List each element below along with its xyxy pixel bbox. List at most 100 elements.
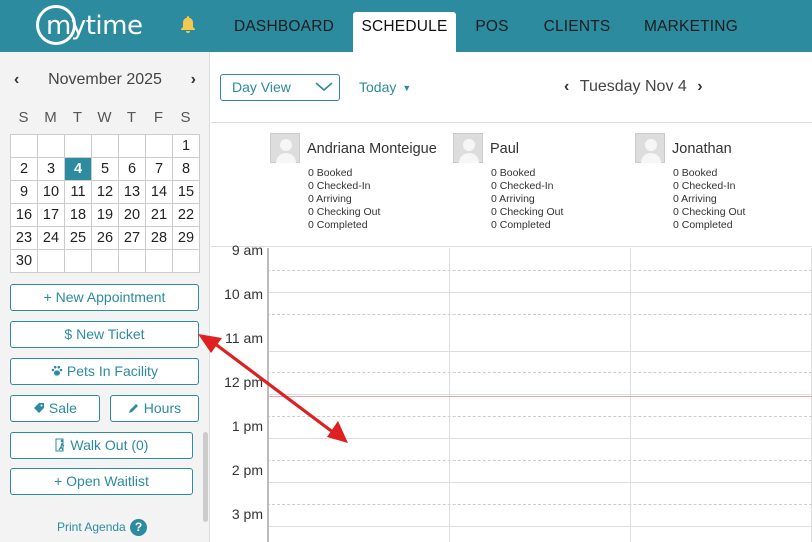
staff-name: Andriana Monteigue [307, 141, 437, 157]
pets-in-facility-button[interactable]: Pets In Facility [10, 358, 199, 385]
logo-text: mytime [46, 11, 143, 41]
half-hour-line [267, 460, 812, 461]
half-hour-line [267, 372, 812, 373]
mini-calendar-grid: 1 2 3 4 5 6 7 8 9 10 11 12 13 14 15 16 17 18 19 20 21 22 23 24 2… [10, 134, 200, 273]
walk-out-button[interactable]: Walk Out (0) [10, 432, 193, 459]
stat-arriving: 0 Arriving [673, 193, 717, 205]
pets-in-facility-label: Pets In Facility [66, 363, 158, 379]
calendar-day[interactable]: 12 [91, 180, 119, 204]
tab-marketing[interactable]: MARKETING [636, 12, 746, 52]
stat-checked-in: 0 Checked-In [673, 180, 736, 192]
avatar [635, 133, 665, 163]
weekday-label: S [18, 109, 29, 126]
calendar-day[interactable]: 11 [64, 180, 92, 204]
time-label: 11 am [225, 330, 263, 346]
calendar-day[interactable]: 5 [91, 157, 119, 181]
calendar-day[interactable]: 24 [37, 226, 65, 250]
weekday-label: F [153, 109, 164, 126]
tab-pos[interactable]: POS [468, 12, 516, 52]
sidebar-scrollbar[interactable] [203, 432, 208, 522]
half-hour-line [267, 504, 812, 505]
question-icon[interactable]: ? [130, 519, 147, 536]
calendar-day[interactable]: 14 [145, 180, 173, 204]
tab-clients[interactable]: CLIENTS [536, 12, 618, 52]
hours-button[interactable]: Hours [110, 395, 199, 422]
schedule-grid[interactable]: 9 am 10 am 11 am 12 pm 1 pm 2 pm 3 pm [211, 242, 812, 542]
tab-schedule[interactable]: SCHEDULE [353, 12, 456, 52]
calendar-empty-cell [64, 249, 92, 273]
calendar-day[interactable]: 19 [91, 203, 119, 227]
calendar-day[interactable]: 10 [37, 180, 65, 204]
current-date-label: Tuesday Nov 4 [579, 78, 687, 95]
calendar-day[interactable]: 26 [91, 226, 119, 250]
time-label: 2 pm [231, 462, 263, 478]
tag-icon [33, 400, 49, 416]
calendar-day[interactable]: 2 [10, 157, 38, 181]
view-select[interactable]: Day View [220, 74, 340, 101]
stat-checked-in: 0 Checked-In [491, 180, 554, 192]
calendar-empty-cell [118, 134, 146, 158]
calendar-week-row: 23 24 25 26 27 28 29 [10, 226, 200, 250]
calendar-day[interactable]: 9 [10, 180, 38, 204]
calendar-day[interactable]: 3 [37, 157, 65, 181]
next-month-button[interactable]: › [191, 71, 196, 89]
calendar-day[interactable]: 6 [118, 157, 146, 181]
calendar-empty-cell [91, 134, 119, 158]
calendar-day[interactable]: 16 [10, 203, 38, 227]
hour-line [267, 394, 812, 395]
today-dropdown[interactable]: Today ▼ [359, 79, 411, 95]
new-appointment-button[interactable]: + New Appointment [10, 284, 199, 311]
walking-person-icon [55, 437, 71, 453]
calendar-day[interactable]: 15 [172, 180, 200, 204]
time-label: 1 pm [231, 418, 263, 434]
weekday-label: T [72, 109, 83, 126]
stat-arriving: 0 Arriving [308, 193, 352, 205]
bell-icon[interactable] [180, 15, 196, 38]
calendar-empty-cell [37, 249, 65, 273]
staff-stats: 0 Booked 0 Checked-In 0 Arriving 0 Check… [491, 167, 563, 232]
calendar-day[interactable]: 25 [64, 226, 92, 250]
calendar-day[interactable]: 23 [10, 226, 38, 250]
time-label: 10 am [224, 286, 263, 302]
calendar-day[interactable]: 21 [145, 203, 173, 227]
calendar-empty-cell [145, 134, 173, 158]
chevron-down-icon [315, 75, 333, 100]
stat-completed: 0 Completed [673, 219, 733, 231]
time-label: 3 pm [231, 506, 263, 522]
tab-dashboard[interactable]: DASHBOARD [224, 12, 344, 52]
stat-booked: 0 Booked [308, 167, 353, 179]
column-divider [630, 248, 631, 542]
stat-checking-out: 0 Checking Out [673, 206, 746, 218]
calendar-day[interactable]: 7 [145, 157, 173, 181]
hour-line [267, 292, 812, 293]
calendar-day[interactable]: 1 [172, 134, 200, 158]
calendar-day[interactable]: 18 [64, 203, 92, 227]
hour-line [267, 438, 812, 439]
calendar-empty-cell [118, 249, 146, 273]
calendar-empty-cell [145, 249, 173, 273]
calendar-day[interactable]: 4 [64, 157, 92, 181]
calendar-day[interactable]: 29 [172, 226, 200, 250]
calendar-day[interactable]: 13 [118, 180, 146, 204]
calendar-day[interactable]: 27 [118, 226, 146, 250]
calendar-weekdays: S M T W T F S [10, 109, 200, 126]
prev-day-button[interactable]: ‹ [564, 78, 569, 95]
open-waitlist-button[interactable]: + Open Waitlist [10, 468, 193, 495]
date-navigator: ‹ Tuesday Nov 4 › [564, 78, 703, 96]
stat-completed: 0 Completed [308, 219, 368, 231]
staff-stats: 0 Booked 0 Checked-In 0 Arriving 0 Check… [673, 167, 745, 232]
walk-out-label: Walk Out (0) [70, 437, 149, 453]
calendar-day[interactable]: 22 [172, 203, 200, 227]
new-ticket-button[interactable]: $ New Ticket [10, 321, 199, 348]
stat-completed: 0 Completed [491, 219, 551, 231]
print-agenda-link[interactable]: Print Agenda [57, 520, 126, 534]
calendar-day[interactable]: 8 [172, 157, 200, 181]
sale-button[interactable]: Sale [10, 395, 100, 422]
calendar-day[interactable]: 20 [118, 203, 146, 227]
calendar-day[interactable]: 30 [10, 249, 38, 273]
calendar-day[interactable]: 28 [145, 226, 173, 250]
next-day-button[interactable]: › [697, 78, 702, 95]
calendar-empty-cell [10, 134, 38, 158]
mytime-logo[interactable]: mytime [36, 5, 143, 47]
calendar-day[interactable]: 17 [37, 203, 65, 227]
